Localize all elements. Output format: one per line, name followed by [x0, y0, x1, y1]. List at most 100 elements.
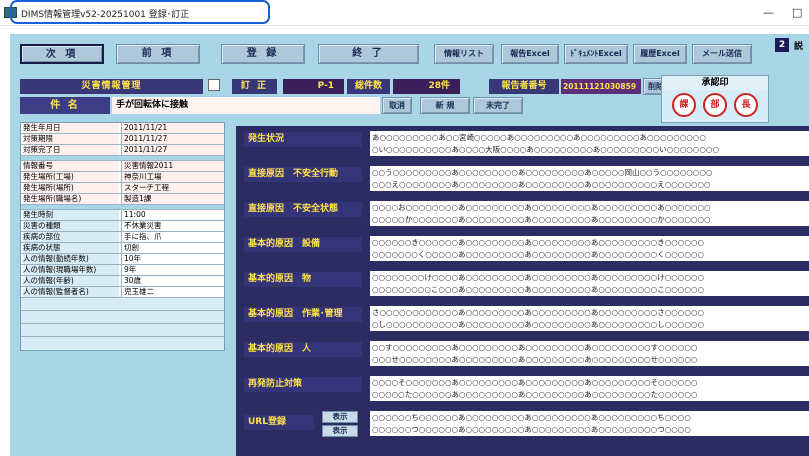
text-line: ○○○○○○○○け○○○○あ○○○○○○○○○あ○○○○○○○○○あ○○○○○○… [372, 273, 704, 282]
text-line: ○○う○○○○○○○○○あ○○○○○○○○○あ○○○○○○○○○あ○○○○○岡山… [372, 168, 713, 177]
section-text[interactable]: ○○う○○○○○○○○○あ○○○○○○○○○あ○○○○○○○○○あ○○○○○岡山… [370, 166, 809, 191]
report-excel-button[interactable]: 報告Excel [501, 44, 559, 64]
subject-label: 件 名 [20, 97, 110, 114]
prev-button[interactable]: 前 項 [116, 44, 200, 64]
info-list-button[interactable]: 情報リスト [434, 44, 494, 64]
info-row-current-years: 人の情報(現職場年数) 9年 [21, 265, 224, 276]
register-button[interactable]: 登 録 [221, 44, 305, 64]
text-line: ○○○○そ○○○○○○○あ○○○○○○○○○あ○○○○○○○○○あ○○○○○○○… [372, 378, 698, 387]
page-badge: 2 [775, 38, 789, 52]
text-line: ○○○○○た○○○○○○あ○○○○○○○○○あ○○○○○○○○○あ○○○○○○○… [372, 390, 698, 399]
info-row-empty[interactable] [21, 311, 224, 324]
url-label: URL登録 [244, 415, 314, 430]
approval-stamp-2[interactable]: 部 [703, 93, 727, 117]
correct-checkbox[interactable] [208, 79, 220, 91]
approval-panel: 承認印 課 部 長 [661, 75, 769, 123]
info-key: 発生場所(場所) [23, 183, 119, 193]
section-text[interactable]: あ○○○○○○○○○あ○○宮崎○○○○○あ○○○○○○○○○あ○○○○○○○○○… [370, 131, 809, 156]
info-value[interactable]: 10年 [121, 254, 224, 264]
info-value[interactable]: 切創 [121, 243, 224, 253]
info-row-empty[interactable] [21, 298, 224, 311]
url-show-button-1[interactable]: 表示 [322, 411, 358, 423]
incomplete-button[interactable]: 未完了 [473, 97, 523, 114]
info-value[interactable]: 9年 [121, 265, 224, 275]
info-row-age: 人の情報(年齢) 30歳 [21, 276, 224, 287]
section-label: 直接原因 不安全状態 [244, 202, 362, 217]
section-label: 基本的原因 設備 [244, 237, 362, 252]
info-key: 発生時刻 [23, 210, 119, 220]
section-text[interactable]: さ○○○○○○○○○○○○あ○○○○○○○○○あ○○○○○○○○○あ○○○○○○… [370, 306, 809, 331]
info-row-date: 発生年月日 2011/11/21 [21, 123, 224, 134]
subject-field[interactable]: 手が回転体に接触 [112, 97, 380, 114]
info-value[interactable]: 2011/11/27 [121, 145, 224, 155]
approval-stamp-1[interactable]: 課 [672, 93, 696, 117]
info-key: 情報番号 [23, 161, 119, 171]
info-value[interactable]: 製造1課 [121, 194, 224, 204]
info-value[interactable]: 神奈川工場 [121, 172, 224, 182]
section-text[interactable]: ○○す○○○○○○○○○あ○○○○○○○○○あ○○○○○○○○○あ○○○○○○○… [370, 341, 809, 366]
next-button[interactable]: 次 項 [20, 44, 104, 64]
info-row-deadline: 対策期限 2011/11/27 [21, 134, 224, 145]
cancel-button[interactable]: 取消 [382, 97, 412, 114]
text-line: ○○○○○○き○○○○○○あ○○○○○○○○○あ○○○○○○○○○あ○○○○○○… [372, 238, 704, 247]
detail-panel: 発生状況 あ○○○○○○○○○あ○○宮崎○○○○○あ○○○○○○○○○あ○○○○… [236, 126, 809, 456]
info-value[interactable]: 不休業災害 [121, 221, 224, 231]
app-title: 災害情報管理 [20, 79, 203, 94]
info-key: 発生場所(工場) [23, 172, 119, 182]
url-text[interactable]: ○○○○○○ち○○○○○○あ○○○○○○○○○あ○○○○○○○○○あ○○○○○○… [370, 411, 809, 436]
total-count: 28件 [393, 79, 460, 94]
history-excel-button[interactable]: 履歴Excel [633, 44, 687, 64]
text-line: ○○○○お○○○○○○○○あ○○○○○○○○○あ○○○○○○○○○あ○○○○○○… [372, 203, 711, 212]
info-row-type: 災害の種類 不休業災害 [21, 221, 224, 232]
approval-title: 承認印 [662, 76, 768, 90]
info-key: 人の情報(年齢) [23, 276, 119, 286]
info-row-workplace: 発生場所(職場名) 製造1課 [21, 194, 224, 205]
info-row-number: 情報番号 災害情報2011 [21, 161, 224, 172]
text-line: ○○す○○○○○○○○○あ○○○○○○○○○あ○○○○○○○○○あ○○○○○○○… [372, 343, 698, 352]
section-text[interactable]: ○○○○○○き○○○○○○あ○○○○○○○○○あ○○○○○○○○○あ○○○○○○… [370, 236, 809, 261]
info-key: 対策期限 [23, 134, 119, 144]
info-row-condition: 疾病の状態 切創 [21, 243, 224, 254]
section-text[interactable]: ○○○○そ○○○○○○○あ○○○○○○○○○あ○○○○○○○○○あ○○○○○○○… [370, 376, 809, 401]
section-label: 基本的原因 物 [244, 272, 362, 287]
info-value[interactable]: 30歳 [121, 276, 224, 286]
send-mail-button[interactable]: メール送信 [692, 44, 752, 64]
info-value[interactable]: 11:00 [121, 210, 224, 220]
section-text[interactable]: ○○○○○○○○け○○○○あ○○○○○○○○○あ○○○○○○○○○あ○○○○○○… [370, 271, 809, 296]
info-value[interactable]: 災害情報2011 [121, 161, 224, 171]
info-key: 人の情報(監督者名) [23, 287, 119, 297]
info-row-empty[interactable] [21, 337, 224, 350]
info-key: 発生年月日 [23, 123, 119, 133]
minimize-icon[interactable]: — [763, 6, 774, 19]
side-label[interactable]: 説 [794, 39, 803, 52]
info-row-years: 人の情報(勤続年数) 10年 [21, 254, 224, 265]
info-key: 発生場所(職場名) [23, 194, 119, 204]
text-line: ○○○○○○○○○こ○○○あ○○○○○○○○○あ○○○○○○○○○あ○○○○○○… [372, 285, 704, 294]
info-value[interactable]: 手に指、爪 [121, 232, 224, 242]
info-value[interactable]: 2011/11/27 [121, 134, 224, 144]
text-line: ○○○○○か○○○○○○○あ○○○○○○○○○あ○○○○○○○○○あ○○○○○○… [372, 215, 711, 224]
maximize-icon[interactable]: □ [792, 6, 802, 19]
total-label: 総件数 [347, 79, 390, 94]
info-row-place: 発生場所(場所) スターチ工程 [21, 183, 224, 194]
text-line: あ○○○○○○○○○あ○○宮崎○○○○○あ○○○○○○○○○あ○○○○○○○○○… [372, 133, 706, 142]
text-line: ○○○○○○つ○○○○○○あ○○○○○○○○○あ○○○○○○○○○あ○○○○○○… [372, 425, 691, 434]
info-row-empty[interactable] [21, 324, 224, 337]
text-line: ○○○え○○○○○○○○あ○○○○○○○○○あ○○○○○○○○○あ○○○○○○○… [372, 180, 711, 189]
info-value[interactable]: 2011/11/21 [121, 123, 224, 133]
window-titlebar: DIMS情報管理v52-20251001 登録･訂正 — □ [0, 0, 809, 26]
end-button[interactable]: 終 了 [318, 44, 419, 64]
new-button[interactable]: 新 規 [420, 97, 470, 114]
page-number: P-1 [283, 79, 344, 94]
text-line: ○○○○○○ち○○○○○○あ○○○○○○○○○あ○○○○○○○○○あ○○○○○○… [372, 413, 691, 422]
url-show-button-2[interactable]: 表示 [322, 425, 358, 437]
info-key: 人の情報(現職場年数) [23, 265, 119, 275]
app-main: 次 項 前 項 登 録 終 了 情報リスト 報告Excel ﾄﾞｷｭﾒﾝﾄExc… [10, 34, 809, 456]
approval-stamp-3[interactable]: 長 [734, 93, 758, 117]
document-excel-button[interactable]: ﾄﾞｷｭﾒﾝﾄExcel [564, 44, 628, 64]
section-text[interactable]: ○○○○お○○○○○○○○あ○○○○○○○○○あ○○○○○○○○○あ○○○○○○… [370, 201, 809, 226]
correct-label: 訂 正 [232, 79, 277, 94]
text-line: さ○○○○○○○○○○○○あ○○○○○○○○○あ○○○○○○○○○あ○○○○○○… [372, 308, 704, 317]
info-value[interactable]: スターチ工程 [121, 183, 224, 193]
info-value[interactable]: 児玉雄二 [121, 287, 224, 297]
